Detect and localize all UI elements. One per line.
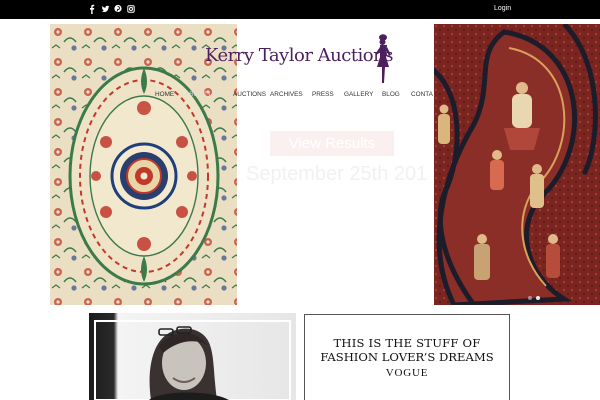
top-bar: Login <box>0 0 600 19</box>
quote-source-vogue: VOGUE <box>385 367 429 379</box>
nav-item-press[interactable]: PRESS <box>312 91 334 98</box>
nav-item-gallery[interactable]: GALLERY <box>344 91 373 98</box>
slider-dot-2[interactable] <box>536 296 540 300</box>
login-link[interactable]: Login <box>494 4 511 14</box>
nav-item-contact[interactable]: CONTA <box>411 91 433 98</box>
quote-line-2: FASHION LOVER’S DREAMS <box>320 350 494 364</box>
nav-item-auctions[interactable]: AUCTIONS <box>233 91 266 98</box>
paisley-textile-image <box>434 24 600 305</box>
nav-item-archives[interactable]: ARCHIVES <box>270 91 303 98</box>
brand-logo[interactable]: Kerry Taylor Auctions <box>205 33 395 85</box>
fashion-figure-icon <box>376 34 391 83</box>
facebook-icon[interactable] <box>88 4 96 14</box>
pinterest-icon[interactable] <box>114 4 122 14</box>
auction-date-text: September 25th 201 <box>246 163 428 185</box>
press-quote-card: THIS IS THE STUFF OF FASHION LOVER’S DRE… <box>304 314 510 400</box>
twitter-icon[interactable] <box>101 4 110 14</box>
portrait-photo <box>89 313 296 400</box>
brand-wordmark: Kerry Taylor Auctions <box>205 45 393 66</box>
view-results-button[interactable]: View Results <box>270 131 394 156</box>
quote-line-1: THIS IS THE STUFF OF <box>333 336 481 350</box>
instagram-icon[interactable] <box>127 4 135 14</box>
nav-item-about-us[interactable]: ABOUT US <box>185 91 218 98</box>
slider-pagination <box>528 296 540 300</box>
social-links <box>88 4 135 14</box>
slider-dot-1[interactable] <box>528 296 532 300</box>
nav-item-blog[interactable]: BLOG <box>382 91 400 98</box>
nav-item-home[interactable]: HOME <box>155 91 174 98</box>
